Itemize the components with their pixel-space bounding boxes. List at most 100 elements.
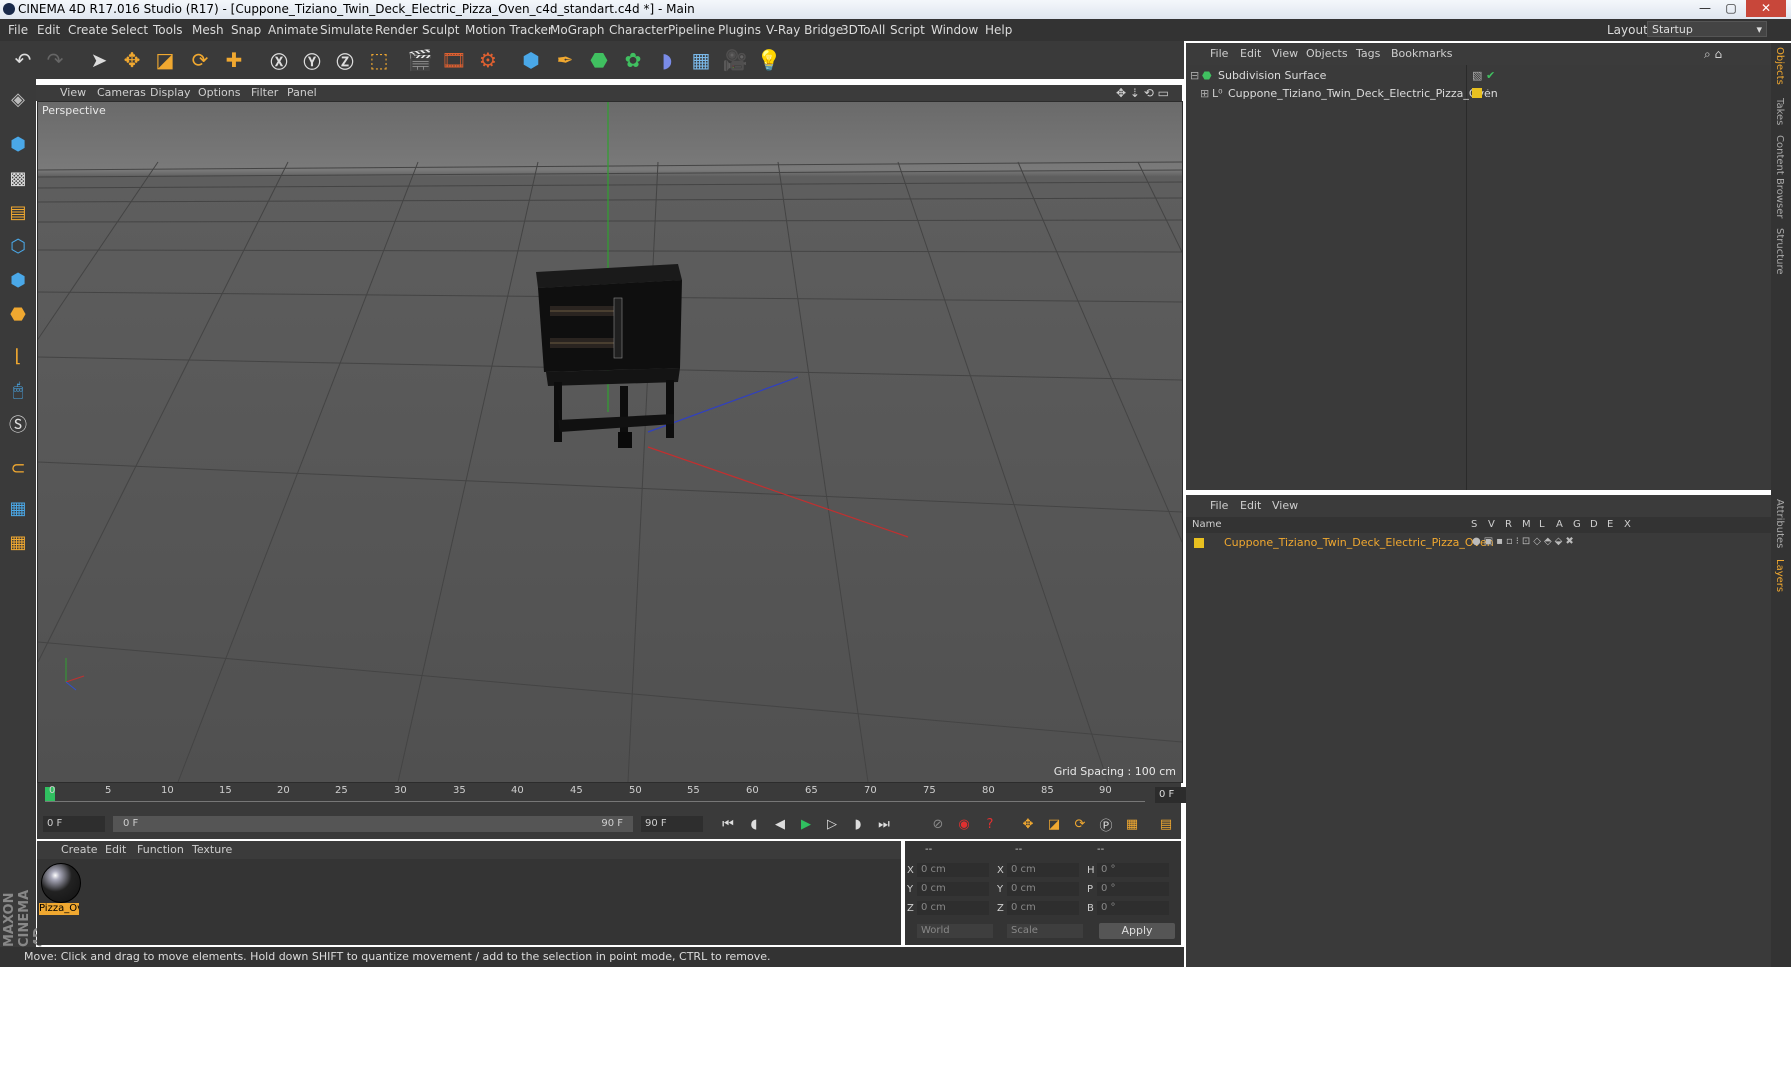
coordinate-space-select[interactable]: World — [917, 924, 993, 938]
object-row-subdivision-surface[interactable]: ⊟ ⬣ Subdivision Surface ▧ ✔ — [1186, 67, 1771, 85]
expand-icon[interactable]: ⊞ — [1200, 87, 1209, 100]
rotate-icon[interactable]: ⟳ — [185, 45, 215, 75]
layer-color-swatch[interactable] — [1472, 88, 1482, 98]
size-mode-select[interactable]: Scale — [1007, 924, 1083, 938]
apply-button[interactable]: Apply — [1099, 923, 1175, 939]
go-to-end-icon[interactable]: ⏭ — [873, 814, 895, 834]
rotation-p-field[interactable]: 0 ° — [1097, 882, 1169, 896]
material-menu-edit[interactable]: Edit — [105, 843, 126, 856]
menu-file[interactable]: File — [8, 23, 28, 37]
size-z-field[interactable]: 0 cm — [1007, 901, 1079, 915]
x-axis-lock-icon[interactable]: Ⓧ — [264, 45, 294, 75]
viewport-menu-view[interactable]: View — [60, 86, 86, 99]
make-editable-icon[interactable]: ◈ — [3, 84, 33, 114]
live-selection-icon[interactable]: ✚ — [219, 45, 249, 75]
menu-plugins[interactable]: Plugins — [718, 23, 761, 37]
material-menu-create[interactable]: Create — [61, 843, 98, 856]
select-arrow-icon[interactable]: ➤ — [84, 45, 114, 75]
key-pla-icon[interactable]: ▦ — [1121, 814, 1143, 834]
coordinate-system-icon[interactable]: ⬚ — [364, 45, 394, 75]
light-bulb-icon[interactable]: 💡 — [754, 45, 784, 75]
tab-layers[interactable]: Layers — [1774, 559, 1785, 592]
viewport-menu-options[interactable]: Options — [198, 86, 240, 99]
position-z-field[interactable]: 0 cm — [917, 901, 989, 915]
scale-icon[interactable]: ◪ — [150, 45, 180, 75]
polygons-mode-icon[interactable]: ⬣ — [3, 299, 33, 329]
layer-menu-view[interactable]: View — [1272, 499, 1298, 512]
menu-simulate[interactable]: Simulate — [320, 23, 373, 37]
tweak-mode-icon[interactable]: 🖱 — [3, 375, 33, 405]
layer-color-swatch[interactable] — [1194, 538, 1204, 548]
points-mode-icon[interactable]: ⬡ — [3, 231, 33, 261]
layer-menu-file[interactable]: File — [1210, 499, 1228, 512]
go-to-start-icon[interactable]: ⏮ — [717, 814, 739, 834]
render-picture-viewer-icon[interactable]: 🎞 — [439, 45, 469, 75]
viewport-menu-filter[interactable]: Filter — [251, 86, 278, 99]
workplane-lock-icon[interactable]: ▦ — [3, 493, 33, 523]
viewport-menu-cameras[interactable]: Cameras — [97, 86, 146, 99]
edges-mode-icon[interactable]: ⬢ — [3, 265, 33, 295]
menu-script[interactable]: Script — [890, 23, 925, 37]
collapse-icon[interactable]: ⊟ — [1190, 69, 1199, 82]
menu-mesh[interactable]: Mesh — [192, 23, 224, 37]
camera-icon[interactable]: 🎥 — [720, 45, 750, 75]
tab-attributes[interactable]: Attributes — [1774, 499, 1785, 548]
frame-range-slider[interactable]: 0 F 90 F — [113, 816, 633, 832]
object-menu-objects[interactable]: Objects — [1306, 47, 1348, 60]
visibility-dots-icon[interactable]: ⁚ — [1486, 87, 1490, 100]
object-menu-bookmarks[interactable]: Bookmarks — [1391, 47, 1452, 60]
menu-create[interactable]: Create — [68, 23, 108, 37]
close-button[interactable]: ✕ — [1746, 0, 1786, 17]
spline-pen-icon[interactable]: ✒ — [550, 45, 580, 75]
menu-animate[interactable]: Animate — [268, 23, 318, 37]
menu-motion-tracker[interactable]: Motion Tracker — [465, 23, 553, 37]
key-parameter-icon[interactable]: Ⓟ — [1095, 814, 1117, 834]
magnet-icon[interactable]: ⊂ — [3, 453, 33, 483]
timeline-ruler[interactable]: 0 5 10 15 20 25 30 35 40 45 50 55 60 65 … — [37, 783, 1215, 809]
menu-pipeline[interactable]: Pipeline — [668, 23, 715, 37]
search-icon[interactable]: ⌕ ⌂ — [1704, 47, 1722, 62]
render-view-icon[interactable]: 🎬 — [405, 45, 435, 75]
menu-sculpt[interactable]: Sculpt — [422, 23, 459, 37]
model-mode-icon[interactable]: ⬢ — [3, 129, 33, 159]
subdivision-surface-icon[interactable]: ⬣ — [584, 45, 614, 75]
pizza-oven-model[interactable] — [536, 264, 682, 448]
grid-snap-icon[interactable]: ▦ — [3, 527, 33, 557]
axis-mode-icon[interactable]: ⌊ — [3, 341, 33, 371]
layer-row[interactable]: Cuppone_Tiziano_Twin_Deck_Electric_Pizza… — [1186, 534, 1771, 552]
redo-icon[interactable]: ↷ — [40, 45, 70, 75]
floor-scene-icon[interactable]: ▦ — [686, 45, 716, 75]
object-tag-icon[interactable]: ▧ — [1472, 69, 1482, 82]
menu-vray-bridge[interactable]: V-Ray Bridge — [766, 23, 843, 37]
tab-structure[interactable]: Structure — [1774, 228, 1785, 275]
autokeying-icon[interactable]: ? — [979, 814, 1001, 834]
material-menu-function[interactable]: Function — [137, 843, 184, 856]
start-frame-field[interactable]: 0 F — [43, 816, 105, 832]
menu-3dtoall[interactable]: 3DToAll — [841, 23, 885, 37]
menu-window[interactable]: Window — [931, 23, 978, 37]
object-menu-view[interactable]: View — [1272, 47, 1298, 60]
viewport-menu-display[interactable]: Display — [150, 86, 191, 99]
size-y-field[interactable]: 0 cm — [1007, 882, 1079, 896]
move-icon[interactable]: ✥ — [117, 45, 147, 75]
workplane-mode-icon[interactable]: ▤ — [3, 197, 33, 227]
texture-mode-icon[interactable]: ▩ — [3, 163, 33, 193]
size-x-field[interactable]: 0 cm — [1007, 863, 1079, 877]
key-scale-icon[interactable]: ◪ — [1043, 814, 1065, 834]
timeline-window-icon[interactable]: ▤ — [1155, 814, 1177, 834]
position-y-field[interactable]: 0 cm — [917, 882, 989, 896]
tab-content-browser[interactable]: Content Browser — [1774, 135, 1785, 218]
undo-icon[interactable]: ↶ — [8, 45, 38, 75]
enabled-check-icon[interactable]: ✔ — [1486, 69, 1495, 82]
end-frame-field[interactable]: 90 F — [641, 816, 703, 832]
menu-edit[interactable]: Edit — [37, 23, 60, 37]
viewport-navigate-icons[interactable]: ✥ ⇣ ⟲ ▭ — [1116, 86, 1169, 100]
material-item[interactable]: Pizza_Ov — [37, 859, 83, 919]
rotation-b-field[interactable]: 0 ° — [1097, 901, 1169, 915]
snap-icon[interactable]: Ⓢ — [3, 409, 33, 439]
autokey-disabled-icon[interactable]: ⊘ — [927, 814, 949, 834]
menu-snap[interactable]: Snap — [231, 23, 261, 37]
object-menu-file[interactable]: File — [1210, 47, 1228, 60]
previous-keyframe-icon[interactable]: ◖ — [743, 814, 765, 834]
layer-menu-edit[interactable]: Edit — [1240, 499, 1261, 512]
